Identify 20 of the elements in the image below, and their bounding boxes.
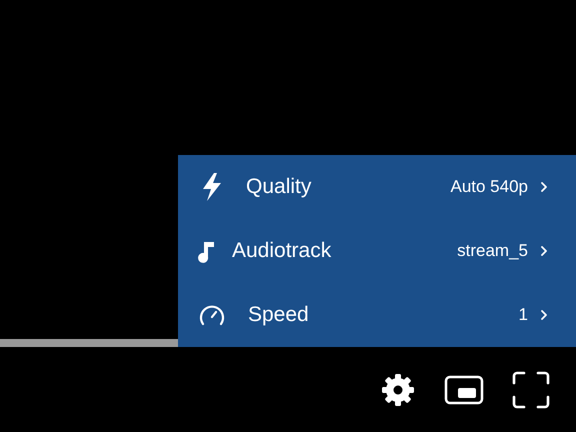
- menu-value: stream_5: [457, 241, 528, 261]
- picture-in-picture-icon: [444, 374, 484, 404]
- menu-label: Audiotrack: [232, 239, 332, 263]
- menu-label: Speed: [248, 303, 309, 327]
- menu-label: Quality: [246, 175, 312, 199]
- menu-item[interactable]: Audiotrack stream_5: [178, 219, 576, 283]
- lightning-icon: [200, 172, 224, 202]
- settings-button[interactable]: [380, 372, 416, 408]
- menu-value: Auto 540p: [450, 177, 528, 197]
- fullscreen-button[interactable]: [512, 370, 550, 408]
- picture-in-picture-button[interactable]: [444, 374, 484, 404]
- settings-icon: [380, 372, 416, 408]
- menu-item[interactable]: Speed 1: [178, 283, 576, 347]
- menu-value: 1: [518, 305, 528, 325]
- fullscreen-icon: [512, 370, 550, 408]
- chevron-right-icon: [540, 181, 548, 193]
- chevron-right-icon: [540, 245, 548, 257]
- menu-item[interactable]: Quality Auto 540p: [178, 155, 576, 219]
- chevron-right-icon: [540, 309, 548, 321]
- speedometer-icon: [198, 303, 226, 327]
